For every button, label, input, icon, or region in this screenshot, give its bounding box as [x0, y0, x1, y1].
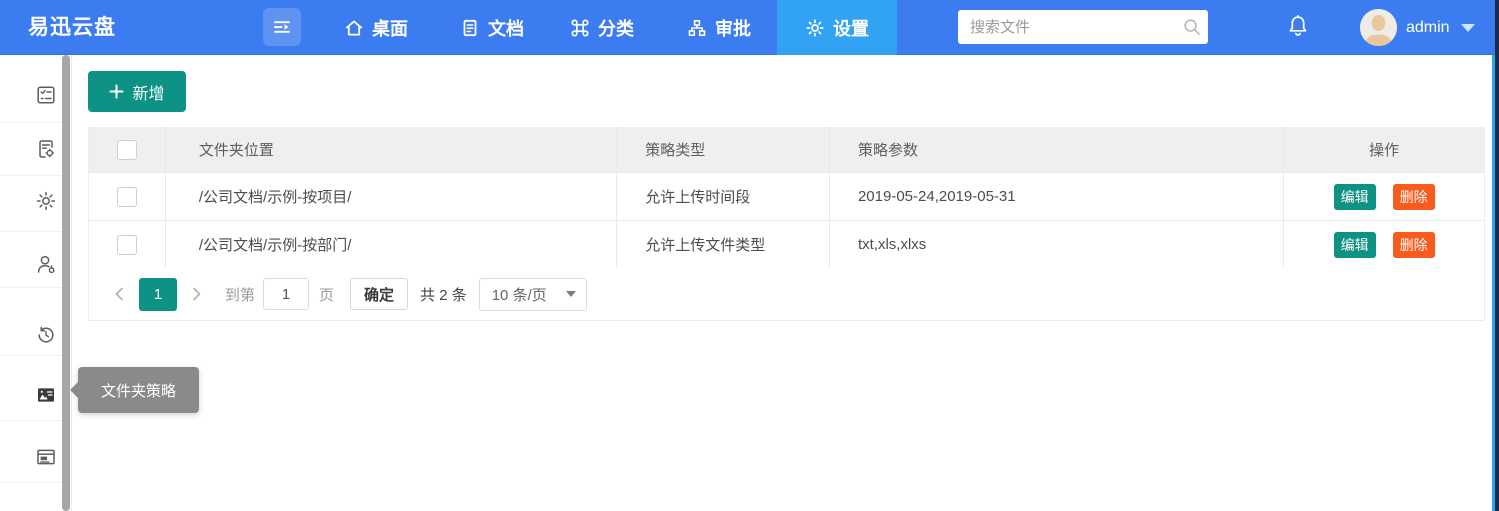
nav-item-label: 桌面	[372, 15, 408, 41]
search-box	[958, 10, 1208, 44]
tooltip-arrow-icon	[70, 382, 78, 398]
magnifier-icon[interactable]	[1175, 10, 1208, 44]
top-navbar: 易迅云盘 桌面 文	[0, 0, 1499, 55]
collapse-menu-icon	[272, 17, 292, 37]
page-size-value: 10 条/页	[492, 284, 547, 305]
next-page-icon[interactable]	[185, 278, 209, 310]
row-checkbox[interactable]	[117, 187, 137, 207]
plus-icon	[109, 84, 124, 99]
sidebar-item-settings[interactable]	[35, 190, 57, 212]
delete-button[interactable]: 删除	[1393, 184, 1435, 210]
cell-folder: /公司文档/示例-按部门/	[166, 221, 617, 268]
page-size-select[interactable]: 10 条/页	[479, 278, 587, 311]
goto-page-prefix: 到第	[225, 284, 255, 305]
cell-policy-type: 允许上传文件类型	[617, 221, 830, 268]
command-icon	[570, 18, 590, 38]
sitemap-icon	[687, 18, 707, 38]
cell-policy-params: 2019-05-24,2019-05-31	[830, 173, 1284, 220]
folder-policy-tooltip: 文件夹策略	[78, 367, 199, 413]
username-label[interactable]: admin	[1406, 0, 1450, 55]
row-checkbox[interactable]	[117, 235, 137, 255]
current-page-button[interactable]: 1	[139, 278, 177, 311]
nav-item-desktop[interactable]: 桌面	[344, 0, 408, 55]
home-icon	[344, 18, 364, 38]
table-row: /公司文档/示例-按部门/ 允许上传文件类型 txt,xls,xlxs 编辑 删…	[89, 220, 1484, 268]
nav-item-label: 审批	[715, 15, 751, 41]
bell-icon[interactable]	[1286, 14, 1310, 41]
sidebar-item-user-permissions[interactable]	[35, 253, 57, 275]
nav-item-label: 分类	[598, 15, 634, 41]
table-header-row: 文件夹位置 策略类型 策略参数 操作	[89, 127, 1484, 172]
sidebar-item-document-settings[interactable]	[35, 138, 57, 160]
app-logo: 易迅云盘	[28, 0, 116, 55]
edit-button[interactable]: 编辑	[1334, 232, 1376, 258]
add-button[interactable]: 新增	[88, 71, 186, 112]
document-icon	[460, 18, 480, 38]
goto-page-input[interactable]	[263, 278, 309, 310]
sidebar-scrollbar[interactable]	[62, 55, 70, 511]
sidebar-item-checklist[interactable]	[35, 84, 57, 106]
column-header-type: 策略类型	[617, 127, 830, 172]
nav-item-categories[interactable]: 分类	[570, 0, 634, 55]
sidebar-item-window[interactable]	[35, 446, 57, 468]
prev-page-icon[interactable]	[107, 278, 131, 310]
edit-button[interactable]: 编辑	[1334, 184, 1376, 210]
sidebar-item-folder-policy[interactable]	[35, 384, 57, 406]
select-all-checkbox[interactable]	[117, 140, 137, 160]
cell-policy-type: 允许上传时间段	[617, 173, 830, 220]
table-row: /公司文档/示例-按项目/ 允许上传时间段 2019-05-24,2019-05…	[89, 172, 1484, 220]
delete-button[interactable]: 删除	[1393, 232, 1435, 258]
pagination-bar: 1 到第 页 确定 共 2 条 10 条/页	[89, 268, 1484, 320]
nav-item-settings[interactable]: 设置	[777, 0, 897, 55]
sidebar-item-history[interactable]	[35, 324, 57, 346]
column-header-params: 策略参数	[830, 127, 1284, 172]
column-header-operations: 操作	[1284, 127, 1484, 172]
nav-item-documents[interactable]: 文档	[460, 0, 524, 55]
window-edge	[1495, 0, 1499, 511]
cell-policy-params: txt,xls,xlxs	[830, 221, 1284, 268]
cell-folder: /公司文档/示例-按项目/	[166, 173, 617, 220]
nav-item-approval[interactable]: 审批	[687, 0, 751, 55]
confirm-page-button[interactable]: 确定	[350, 278, 408, 310]
nav-item-label: 文档	[488, 15, 524, 41]
nav-item-label: 设置	[833, 15, 869, 41]
goto-page-suffix: 页	[319, 284, 334, 305]
menu-toggle-button[interactable]	[263, 8, 301, 46]
add-button-label: 新增	[132, 80, 164, 104]
select-caret-icon	[566, 291, 576, 297]
person-avatar-icon[interactable]	[1360, 9, 1397, 46]
total-count-label: 共 2 条	[420, 284, 467, 305]
column-header-folder: 文件夹位置	[166, 127, 617, 172]
page: 易迅云盘 桌面 文	[0, 0, 1499, 511]
gear-icon	[805, 18, 825, 38]
chevron-down-icon[interactable]	[1461, 24, 1475, 32]
search-input[interactable]	[958, 19, 1175, 36]
tooltip-label: 文件夹策略	[101, 380, 176, 401]
policy-table-panel: 文件夹位置 策略类型 策略参数 操作 /公司文档/示例-按项目/ 允许上传时间段…	[88, 127, 1485, 321]
